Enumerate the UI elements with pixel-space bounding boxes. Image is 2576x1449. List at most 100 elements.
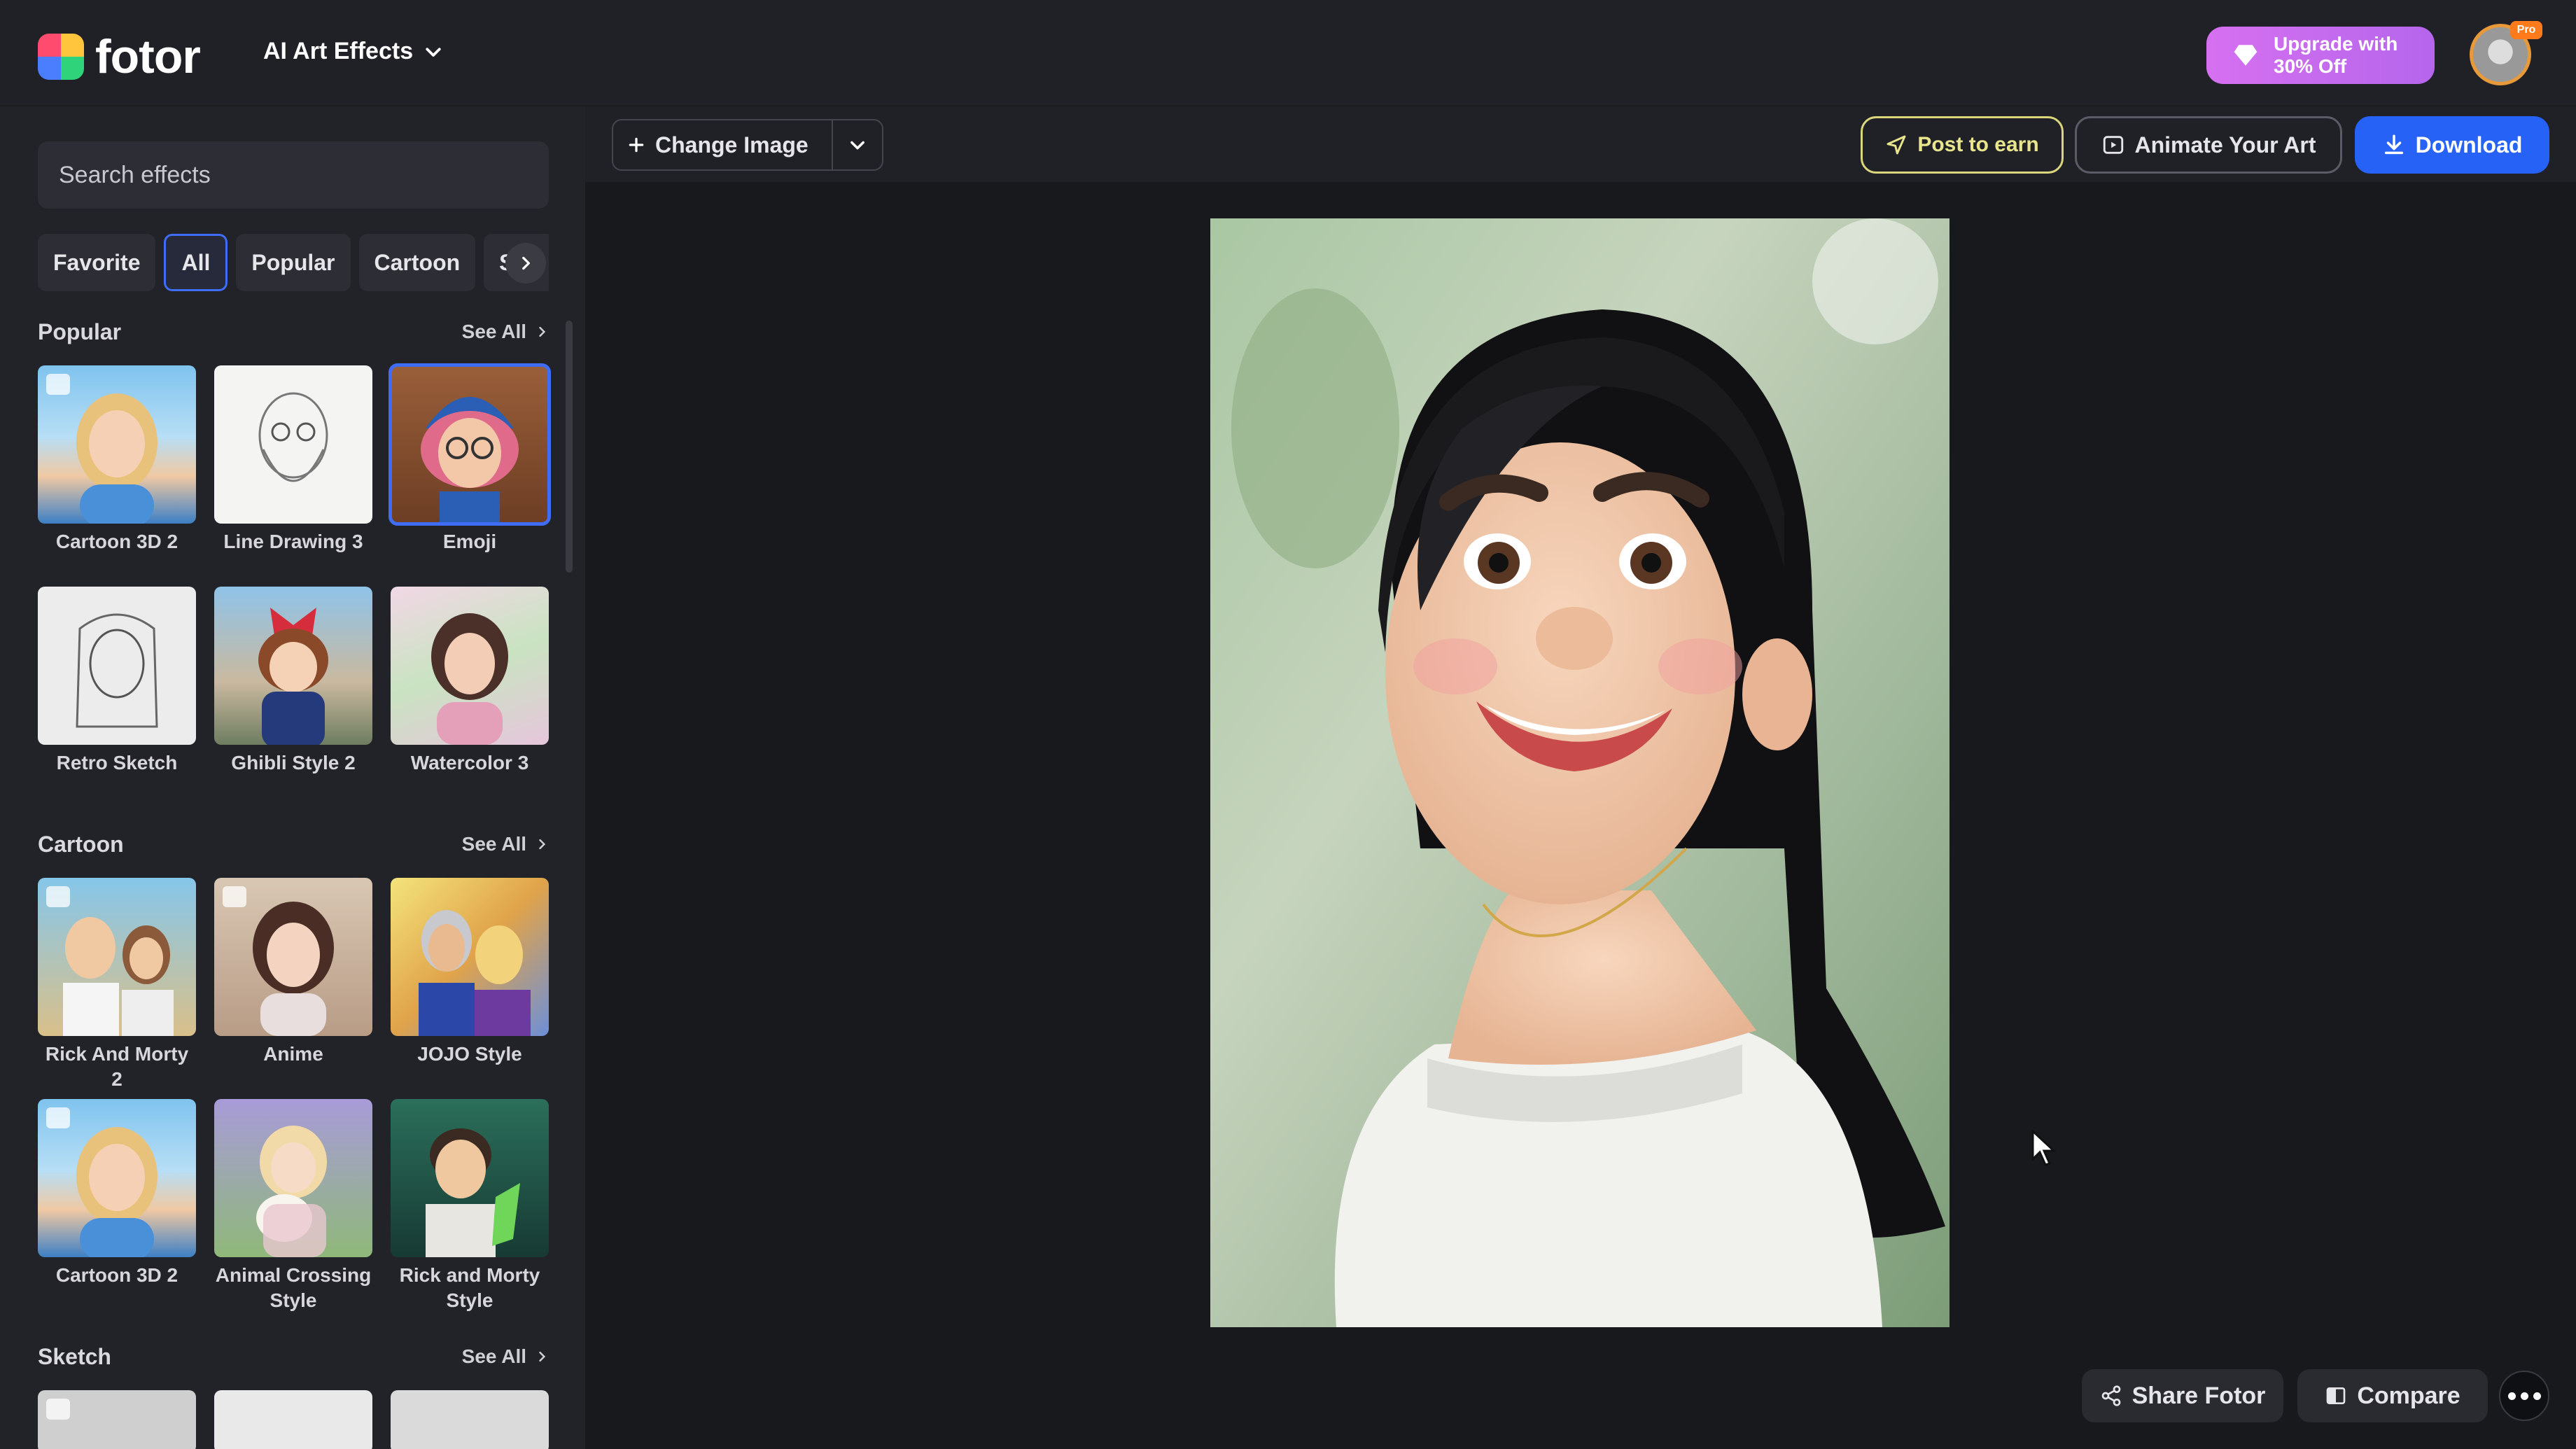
- effect-label: Anime: [263, 1043, 323, 1065]
- effect-card[interactable]: Anime: [214, 878, 372, 1067]
- share-icon: [2101, 1385, 2120, 1406]
- effect-thumbnail[interactable]: [214, 1390, 372, 1449]
- effect-label: Cartoon 3D 2: [55, 531, 178, 552]
- change-image-dropdown[interactable]: [833, 135, 882, 155]
- menu-label: AI Art Effects: [263, 38, 414, 64]
- effect-label: Watercolor 3: [410, 752, 529, 774]
- heart-icon[interactable]: [46, 1399, 70, 1420]
- heart-icon[interactable]: [46, 886, 70, 907]
- effect-thumbnail: [391, 587, 549, 745]
- see-all-link[interactable]: See All: [462, 1345, 549, 1368]
- upgrade-button[interactable]: Upgrade with 30% Off: [2206, 27, 2435, 84]
- effect-thumbnail: [214, 878, 372, 1036]
- heart-icon[interactable]: [46, 374, 70, 395]
- compare-button[interactable]: Compare: [2297, 1369, 2488, 1422]
- effect-card[interactable]: Watercolor 3: [391, 587, 549, 776]
- effect-card[interactable]: Cartoon 3D 2: [38, 1099, 196, 1288]
- see-all-link[interactable]: See All: [462, 833, 549, 855]
- compare-icon: [2326, 1387, 2346, 1404]
- effect-label: Animal Crossing Style: [215, 1264, 372, 1311]
- chevron-right-icon: [522, 256, 530, 270]
- effect-card[interactable]: Retro Sketch: [38, 587, 196, 776]
- heart-icon[interactable]: [223, 886, 246, 907]
- effect-thumbnail: [38, 878, 196, 1036]
- post-to-earn-button[interactable]: Post to earn: [1861, 116, 2064, 174]
- effect-card[interactable]: Emoji: [388, 363, 551, 554]
- section-popular: Popular See All Cartoon 3D 2 Line Drawin…: [38, 316, 551, 774]
- result-image[interactable]: [1210, 218, 1949, 1327]
- logo-text: fotor: [95, 30, 201, 83]
- diamond-icon: [2234, 45, 2258, 66]
- ai-art-effects-menu[interactable]: AI Art Effects: [263, 38, 444, 65]
- chip-all[interactable]: All: [164, 234, 228, 291]
- effect-thumbnail: [38, 587, 196, 745]
- effect-label: Rick and Morty Style: [399, 1264, 540, 1311]
- effect-card[interactable]: Line Drawing 3: [214, 365, 372, 554]
- effect-thumbnail: [388, 363, 551, 526]
- effect-label: Ghibli Style 2: [231, 752, 356, 774]
- post-to-earn-label: Post to earn: [1917, 133, 2039, 156]
- section-sketch: Sketch See All: [38, 1341, 549, 1449]
- editor-workspace: Change Image Post to earn Animate Your A…: [585, 106, 2576, 1449]
- see-all-label: See All: [461, 321, 526, 342]
- upgrade-line1: Upgrade with: [2274, 33, 2398, 55]
- effect-label: JOJO Style: [417, 1043, 522, 1065]
- effect-thumbnail: [391, 1099, 549, 1257]
- effect-thumbnail: [214, 587, 372, 745]
- cursor-icon: [2031, 1128, 2057, 1166]
- effect-card[interactable]: Ghibli Style 2: [214, 587, 372, 776]
- effect-thumbnail: [214, 1099, 372, 1257]
- chevron-right-icon: [539, 839, 546, 850]
- effect-thumbnail[interactable]: [38, 1390, 196, 1449]
- see-all-link[interactable]: See All: [462, 321, 549, 343]
- pro-badge: Pro: [2510, 21, 2542, 39]
- effect-label: Cartoon 3D 2: [55, 1264, 178, 1286]
- see-all-label: See All: [461, 1345, 526, 1367]
- effect-label: Emoji: [442, 531, 497, 552]
- share-label: Share Fotor: [2132, 1382, 2266, 1409]
- change-image-label: Change Image: [655, 132, 808, 158]
- upgrade-line2: 30% Off: [2274, 55, 2347, 77]
- chips-next-button[interactable]: [505, 243, 546, 284]
- effect-thumbnail[interactable]: [391, 1390, 549, 1449]
- effect-card[interactable]: JOJO Style: [391, 878, 549, 1067]
- chip-popular[interactable]: Popular: [236, 234, 351, 291]
- effect-card[interactable]: Cartoon 3D 2: [38, 365, 196, 554]
- section-cartoon: Cartoon See All Rick And Morty 2 Anime J…: [38, 829, 549, 1326]
- effect-card[interactable]: Animal Crossing Style: [214, 1099, 372, 1313]
- effect-card[interactable]: Rick and Morty Style: [391, 1099, 549, 1313]
- section-title: Cartoon: [38, 831, 124, 857]
- category-chips: Favorite All Popular Cartoon Ske: [38, 234, 549, 291]
- share-fotor-button[interactable]: Share Fotor: [2082, 1369, 2283, 1422]
- compare-label: Compare: [2357, 1382, 2460, 1409]
- chevron-right-icon: [539, 326, 546, 337]
- plus-icon: [629, 137, 644, 153]
- effect-label: Retro Sketch: [56, 752, 178, 774]
- chip-cartoon[interactable]: Cartoon: [358, 234, 476, 291]
- chevron-down-icon: [426, 47, 441, 57]
- editor-toolbar: Change Image Post to earn Animate Your A…: [585, 106, 2576, 182]
- chip-favorite[interactable]: Favorite: [38, 234, 156, 291]
- chevron-down-icon: [850, 141, 864, 150]
- change-image-button[interactable]: Change Image: [613, 132, 832, 158]
- section-title: Popular: [38, 318, 122, 344]
- animate-your-art-button[interactable]: Animate Your Art: [2075, 116, 2342, 174]
- fotor-logo[interactable]: fotor: [38, 29, 201, 84]
- effects-sidebar: Search effects Favorite All Popular Cart…: [0, 106, 585, 1449]
- sidebar-scrollbar[interactable]: [566, 321, 573, 573]
- fotor-logo-icon: [38, 34, 84, 80]
- effect-label: Line Drawing 3: [223, 531, 363, 552]
- download-label: Download: [2415, 132, 2523, 158]
- download-icon: [2384, 134, 2403, 155]
- effect-label: Rick And Morty 2: [45, 1043, 189, 1090]
- send-icon: [1886, 135, 1906, 155]
- more-options-button[interactable]: [2499, 1371, 2549, 1421]
- see-all-label: See All: [461, 833, 526, 855]
- search-input[interactable]: Search effects: [38, 141, 549, 209]
- chevron-right-icon: [539, 1351, 546, 1362]
- effect-card[interactable]: Rick And Morty 2: [38, 878, 196, 1092]
- animate-label: Animate Your Art: [2134, 132, 2316, 158]
- heart-icon[interactable]: [46, 1107, 70, 1128]
- download-button[interactable]: Download: [2355, 116, 2549, 174]
- effect-thumbnail: [38, 1099, 196, 1257]
